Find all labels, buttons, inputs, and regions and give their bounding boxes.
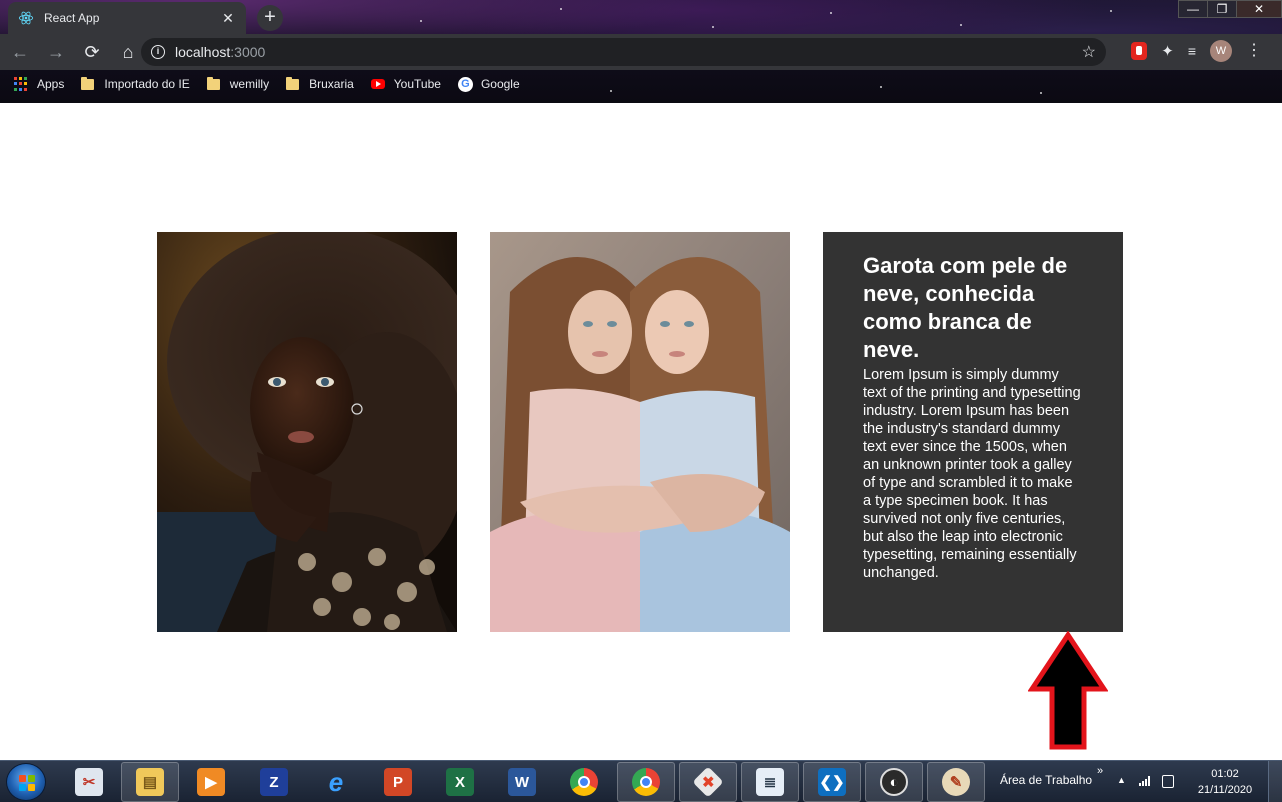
taskbar-explorer[interactable]: ▤ xyxy=(121,762,179,802)
bookmark-label: wemilly xyxy=(229,77,270,91)
taskbar-powerpoint[interactable]: P xyxy=(369,762,427,802)
show-desktop-button[interactable] xyxy=(1268,761,1282,802)
new-tab-button[interactable]: + xyxy=(257,5,283,31)
youtube-icon xyxy=(370,79,385,89)
card-title: Garota com pele de neve, conhecida como … xyxy=(863,253,1068,362)
extensions-area: ✦ ≡ W ⋮ xyxy=(1131,40,1262,62)
apps-grid-icon xyxy=(14,77,28,91)
taskbar-paint-palette[interactable]: ✎ xyxy=(927,762,985,802)
back-icon[interactable]: ← xyxy=(4,36,36,68)
bookmark-label: Apps xyxy=(37,77,65,91)
windows-flag-icon xyxy=(19,775,35,791)
taskbar-git[interactable]: ✚ xyxy=(679,762,737,802)
taskbar-ie[interactable]: e xyxy=(307,762,365,802)
restore-button[interactable]: ❐ xyxy=(1207,0,1237,18)
browser-chrome: React App ✕ + — ❐ ✕ ← → ⟳ ⌂ i localhost … xyxy=(0,0,1282,103)
taskbar-vscode[interactable]: ❮❯ xyxy=(803,762,861,802)
obs-icon: ◐ xyxy=(880,768,908,796)
app-blue-icon: Z xyxy=(260,768,288,796)
taskbar-paint[interactable]: ✂ xyxy=(60,762,118,802)
bookmark-apps[interactable]: Apps xyxy=(14,77,64,91)
taskbar-chrome[interactable] xyxy=(555,762,613,802)
react-icon xyxy=(18,11,34,25)
vscode-icon: ❮❯ xyxy=(818,768,846,796)
system-clock[interactable]: 01:02 21/11/2020 xyxy=(1190,766,1260,798)
red-arrow-up-icon xyxy=(1028,631,1108,750)
folder-icon xyxy=(206,76,220,90)
file-explorer-icon: ▤ xyxy=(136,768,164,796)
bookmark-label: Importado do IE xyxy=(104,77,190,91)
power-icon[interactable] xyxy=(1162,775,1174,788)
card-image-twins xyxy=(490,232,790,632)
forward-icon[interactable]: → xyxy=(40,36,72,68)
google-icon: G xyxy=(457,76,473,92)
bookmark-star-icon[interactable]: ☆ xyxy=(1082,42,1096,62)
bookmark-label: Bruxaria xyxy=(309,77,354,91)
address-bar[interactable]: i localhost :3000 ☆ xyxy=(141,38,1106,66)
bookmark-google[interactable]: G Google xyxy=(457,76,520,92)
word-icon: W xyxy=(508,768,536,796)
notepad-icon: ≣ xyxy=(756,768,784,796)
folder-icon xyxy=(81,76,95,90)
home-icon[interactable]: ⌂ xyxy=(112,36,144,68)
paint-icon: ✂ xyxy=(75,768,103,796)
folder-icon xyxy=(286,76,300,90)
desktop-toolbar-label[interactable]: Área de Trabalho xyxy=(1000,773,1092,787)
taskbar-media[interactable]: ▶ xyxy=(182,762,240,802)
taskbar-notepad[interactable]: ≣ xyxy=(741,762,799,802)
window-controls: — ❐ ✕ xyxy=(1178,0,1282,18)
toolbar-chevron-icon[interactable]: » xyxy=(1097,765,1103,777)
paint-palette-icon: ✎ xyxy=(942,768,970,796)
adblock-extension-icon[interactable] xyxy=(1131,42,1148,60)
clock-time: 01:02 xyxy=(1211,768,1239,780)
chrome-profile-icon xyxy=(632,768,660,796)
bookmarks-bar: Apps Importado do IE wemilly Bruxaria Yo… xyxy=(0,70,1282,98)
extensions-puzzle-icon[interactable]: ✦ xyxy=(1161,42,1174,60)
card-image-portrait xyxy=(157,232,457,632)
taskbar-excel[interactable]: X xyxy=(431,762,489,802)
browser-toolbar: ← → ⟳ ⌂ i localhost :3000 ☆ ✦ ≡ W ⋮ xyxy=(0,34,1282,70)
portrait-girl-image xyxy=(157,232,457,632)
taskbar-word[interactable]: W xyxy=(493,762,551,802)
url-port: :3000 xyxy=(230,44,266,60)
url-host: localhost xyxy=(175,44,231,60)
chrome-icon xyxy=(570,768,598,796)
taskbar-blue-app[interactable]: Z xyxy=(245,762,303,802)
page-content: Garota com pele de neve, conhecida como … xyxy=(0,103,1282,760)
minimize-button[interactable]: — xyxy=(1178,0,1208,18)
bookmark-label: YouTube xyxy=(393,77,441,91)
bookmark-importado[interactable]: Importado do IE xyxy=(81,76,190,91)
close-window-button[interactable]: ✕ xyxy=(1236,0,1282,18)
media-control-icon[interactable]: ≡ xyxy=(1188,43,1196,59)
tab-title: React App xyxy=(44,11,100,25)
tab-close-icon[interactable]: ✕ xyxy=(220,10,236,27)
bookmark-label: Google xyxy=(480,77,520,91)
clock-date: 21/11/2020 xyxy=(1197,784,1253,796)
network-signal-icon[interactable] xyxy=(1139,776,1153,786)
reload-icon[interactable]: ⟳ xyxy=(76,36,108,68)
taskbar: ✂ ▤ ▶ Z e P X W ✚ ≣ ❮❯ ◐ ✎ Área de Traba… xyxy=(0,760,1282,802)
browser-tab[interactable]: React App ✕ xyxy=(8,2,246,34)
powerpoint-icon: P xyxy=(384,768,412,796)
card-body: Lorem Ipsum is simply dummy text of the … xyxy=(863,367,1081,581)
internet-explorer-icon: e xyxy=(328,766,344,797)
taskbar-obs[interactable]: ◐ xyxy=(865,762,923,802)
screen: React App ✕ + — ❐ ✕ ← → ⟳ ⌂ i localhost … xyxy=(0,0,1282,802)
excel-icon: X xyxy=(446,768,474,796)
info-icon[interactable]: i xyxy=(151,45,165,59)
media-player-icon: ▶ xyxy=(197,768,225,796)
start-button[interactable] xyxy=(6,763,46,801)
bookmark-youtube[interactable]: YouTube xyxy=(370,77,441,91)
tray-expand-icon[interactable]: ▲ xyxy=(1117,775,1126,785)
bookmark-bruxaria[interactable]: Bruxaria xyxy=(286,76,354,91)
git-icon: ✚ xyxy=(692,766,724,798)
menu-dots-icon[interactable]: ⋮ xyxy=(1246,43,1262,59)
text-card: Garota com pele de neve, conhecida como … xyxy=(823,232,1123,632)
twin-girls-image xyxy=(490,232,790,632)
bookmark-wemilly[interactable]: wemilly xyxy=(206,76,270,91)
profile-avatar[interactable]: W xyxy=(1210,40,1232,62)
taskbar-chrome-active[interactable] xyxy=(617,762,675,802)
